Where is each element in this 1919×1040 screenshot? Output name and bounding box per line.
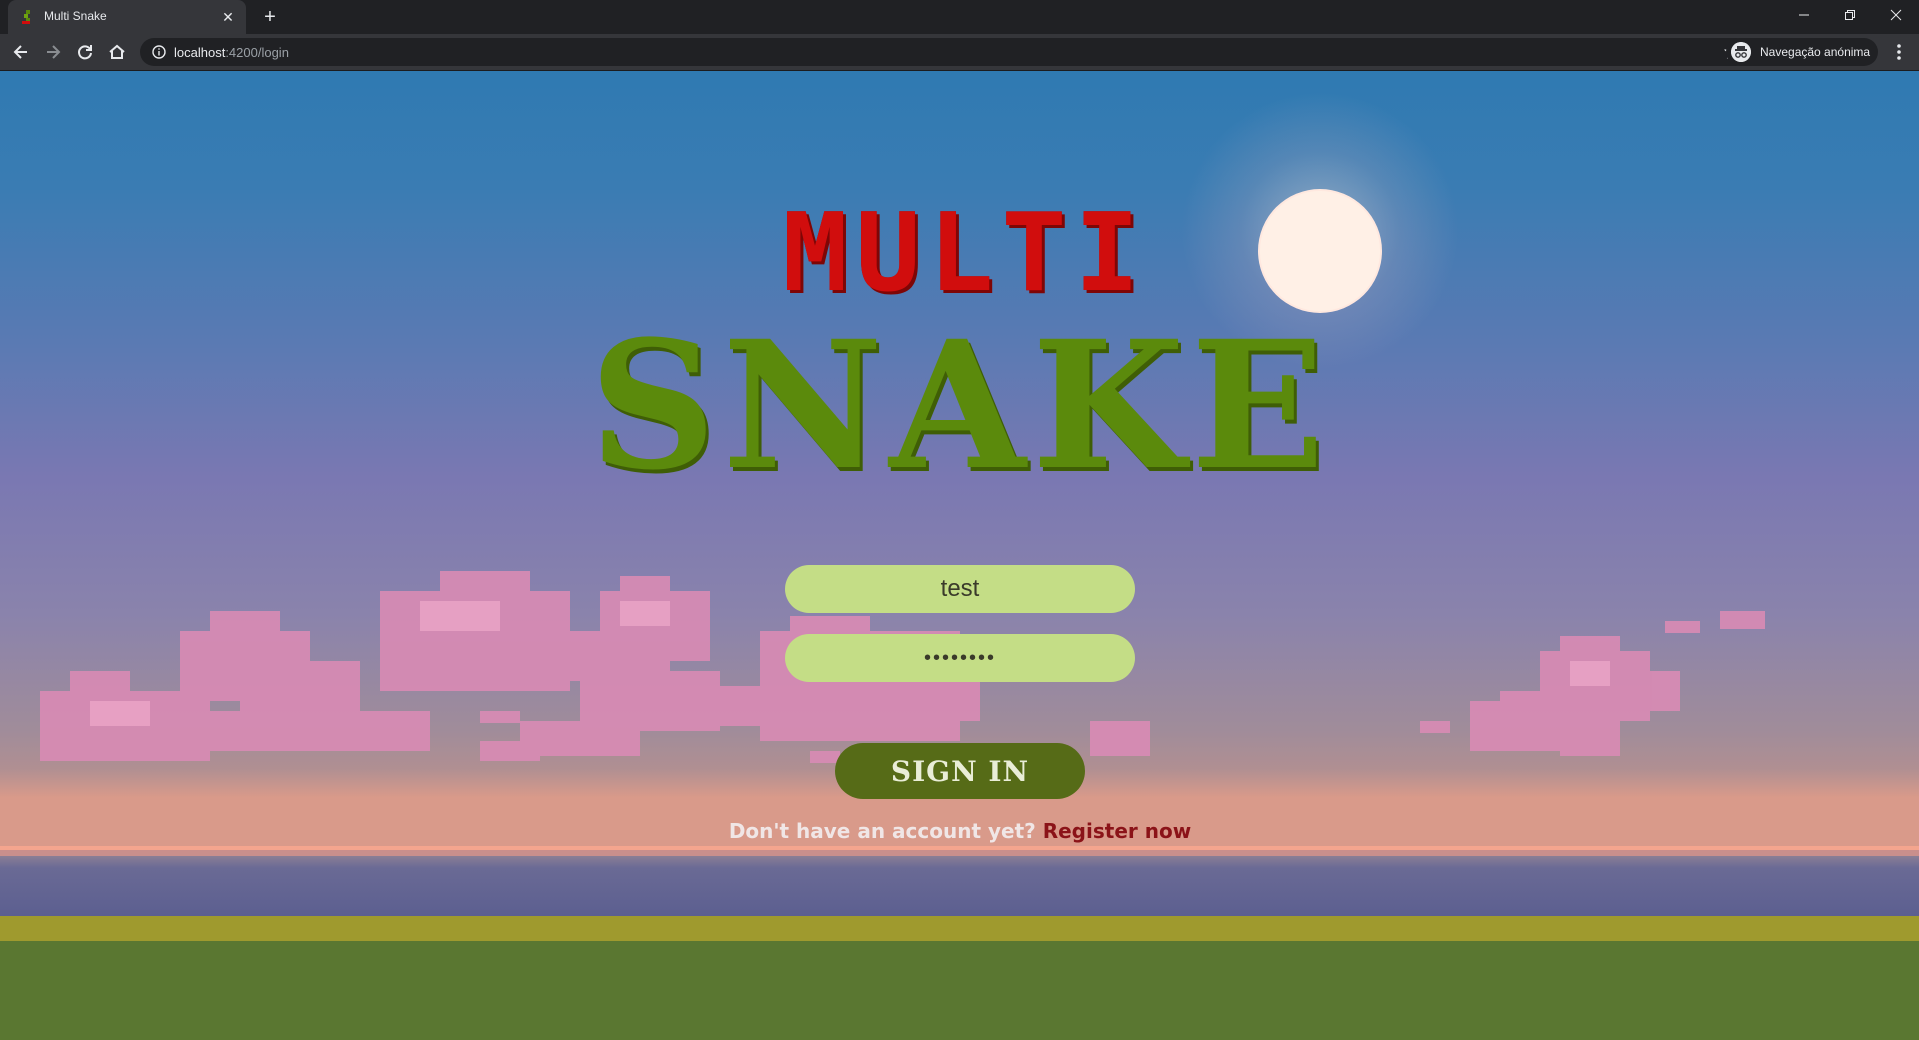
- back-arrow-icon: [13, 45, 27, 59]
- tab-strip: Multi Snake ✕ +: [0, 0, 1919, 34]
- address-bar[interactable]: localhost:4200/login: [140, 38, 1750, 66]
- reload-icon: [78, 45, 92, 60]
- tab-multi-snake[interactable]: Multi Snake ✕: [8, 0, 246, 34]
- register-link[interactable]: Register now: [1043, 819, 1191, 843]
- minimize-icon: [1799, 14, 1809, 16]
- register-line: Don't have an account yet? Register now: [600, 819, 1320, 843]
- more-menu-icon[interactable]: [1890, 42, 1908, 62]
- sign-in-button[interactable]: SIGN IN: [835, 743, 1085, 799]
- forward-button[interactable]: [40, 39, 66, 65]
- logo-title-snake: SNAKE: [589, 302, 1331, 509]
- back-button[interactable]: [8, 39, 34, 65]
- profile-button[interactable]: Navegação anónima: [1726, 38, 1878, 66]
- restore-icon: [1845, 10, 1855, 20]
- profile-label: Navegação anónima: [1760, 45, 1871, 59]
- reload-button[interactable]: [72, 39, 98, 65]
- close-icon: [1890, 9, 1902, 21]
- close-tab-icon[interactable]: ✕: [218, 7, 238, 27]
- snake-favicon-icon: [22, 10, 30, 24]
- username-input[interactable]: [785, 565, 1135, 613]
- url-host: localhost: [174, 45, 226, 60]
- restore-button[interactable]: [1827, 0, 1873, 30]
- new-tab-button[interactable]: +: [258, 6, 282, 30]
- close-window-button[interactable]: [1873, 0, 1919, 30]
- url-path: :4200/login: [225, 45, 289, 60]
- incognito-icon: [1731, 42, 1751, 62]
- logo-title-multi: MULTI: [782, 191, 1148, 316]
- grass-field: [0, 941, 1919, 1040]
- register-prompt: Don't have an account yet?: [728, 819, 1036, 843]
- minimize-button[interactable]: [1781, 0, 1827, 30]
- info-icon[interactable]: [152, 45, 166, 59]
- water: [0, 856, 1919, 916]
- browser-toolbar: localhost:4200/login Navegação anónima: [0, 34, 1919, 71]
- login-page: MULTI SNAKE SIGN IN Don't have an accoun…: [0, 71, 1919, 1040]
- home-button[interactable]: [104, 39, 130, 65]
- forward-arrow-icon: [47, 45, 61, 59]
- url-text: localhost:4200/login: [174, 45, 289, 60]
- password-input[interactable]: [785, 634, 1135, 682]
- tab-title: Multi Snake: [44, 9, 107, 23]
- home-icon: [109, 44, 125, 59]
